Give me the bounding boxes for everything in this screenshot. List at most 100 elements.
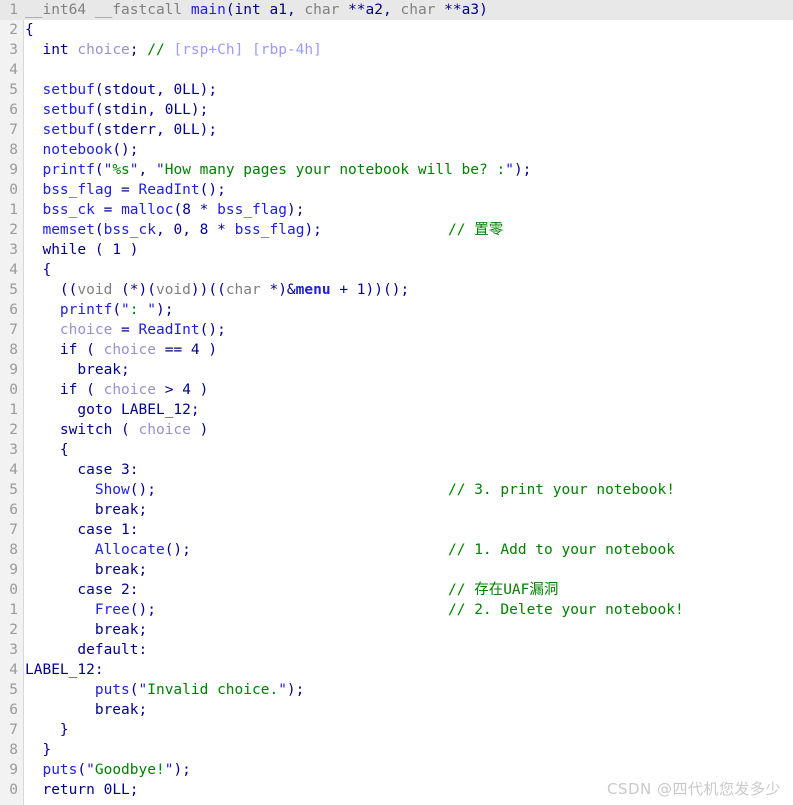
- line-number: 2: [9, 22, 18, 38]
- code-line[interactable]: 8 if ( choice == 4 ): [0, 340, 793, 360]
- line-number: 0: [9, 382, 18, 398]
- code-text[interactable]: bss_ck = malloc(8 * bss_flag);: [25, 200, 304, 220]
- code-text[interactable]: case 2:: [25, 580, 138, 600]
- code-line[interactable]: 9 puts("Goodbye!");: [0, 760, 793, 780]
- code-text[interactable]: }: [25, 740, 51, 760]
- code-line[interactable]: 7 }: [0, 720, 793, 740]
- code-text[interactable]: Show();: [25, 480, 156, 500]
- code-text[interactable]: bss_flag = ReadInt();: [25, 180, 225, 200]
- trailing-comment[interactable]: // 2. Delete your notebook!: [448, 600, 684, 620]
- code-line[interactable]: 7 case 1:: [0, 520, 793, 540]
- code-line[interactable]: 1 Free(); // 2. Delete your notebook!: [0, 600, 793, 620]
- code-text[interactable]: setbuf(stdin, 0LL);: [25, 100, 208, 120]
- code-text[interactable]: int choice; // [rsp+Ch] [rbp-4h]: [25, 40, 321, 60]
- code-line[interactable]: 5 Show(); // 3. print your notebook!: [0, 480, 793, 500]
- code-text[interactable]: setbuf(stderr, 0LL);: [25, 120, 217, 140]
- code-line[interactable]: 0 case 2: // 存在UAF漏洞: [0, 580, 793, 600]
- code-line[interactable]: 1 goto LABEL_12;: [0, 400, 793, 420]
- code-text[interactable]: break;: [25, 500, 147, 520]
- code-text[interactable]: switch ( choice ): [25, 420, 208, 440]
- code-line[interactable]: 3 default:: [0, 640, 793, 660]
- trailing-comment[interactable]: // 存在UAF漏洞: [448, 580, 558, 600]
- code-line[interactable]: 2 break;: [0, 620, 793, 640]
- code-text[interactable]: puts("Invalid choice.");: [25, 680, 305, 700]
- code-line[interactable]: 3 int choice; // [rsp+Ch] [rbp-4h]: [0, 40, 793, 60]
- line-number: 9: [9, 362, 18, 378]
- code-text[interactable]: Allocate();: [25, 540, 191, 560]
- code-line[interactable]: 3 while ( 1 ): [0, 240, 793, 260]
- code-line[interactable]: 5 ((void (*)(void))((char *)&menu + 1))(…: [0, 280, 793, 300]
- code-text[interactable]: default:: [25, 640, 147, 660]
- code-text[interactable]: memset(bss_ck, 0, 8 * bss_flag);: [25, 220, 321, 240]
- code-text[interactable]: return 0LL;: [25, 780, 138, 800]
- line-number: 4: [9, 262, 18, 278]
- code-text[interactable]: puts("Goodbye!");: [25, 760, 190, 780]
- code-text[interactable]: break;: [25, 360, 129, 380]
- code-text[interactable]: if ( choice == 4 ): [25, 340, 217, 360]
- code-line[interactable]: 9 printf("%s", "How many pages your note…: [0, 160, 793, 180]
- line-number: 5: [9, 682, 18, 698]
- code-line[interactable]: 6 setbuf(stdin, 0LL);: [0, 100, 793, 120]
- code-line[interactable]: 2 switch ( choice ): [0, 420, 793, 440]
- code-text[interactable]: goto LABEL_12;: [25, 400, 199, 420]
- code-text[interactable]: {: [25, 440, 69, 460]
- code-line[interactable]: 0 if ( choice > 4 ): [0, 380, 793, 400]
- code-text[interactable]: LABEL_12:: [25, 660, 104, 680]
- line-number: 7: [9, 722, 18, 738]
- code-line[interactable]: 6 break;: [0, 700, 793, 720]
- code-text[interactable]: break;: [25, 700, 147, 720]
- code-text[interactable]: while ( 1 ): [25, 240, 138, 260]
- line-number: 3: [9, 442, 18, 458]
- code-line[interactable]: 4 case 3:: [0, 460, 793, 480]
- code-line[interactable]: 6 printf(": ");: [0, 300, 793, 320]
- code-text[interactable]: ((void (*)(void))((char *)&menu + 1))();: [25, 280, 409, 300]
- decompiler-pseudocode-view[interactable]: 1 __int64 __fastcall main(int a1, char **…: [0, 0, 793, 805]
- code-text[interactable]: notebook();: [25, 140, 138, 160]
- code-text[interactable]: case 1:: [25, 520, 138, 540]
- code-line[interactable]: 5 puts("Invalid choice.");: [0, 680, 793, 700]
- code-lines-container[interactable]: 1 __int64 __fastcall main(int a1, char **…: [0, 0, 793, 800]
- code-line[interactable]: 3 {: [0, 440, 793, 460]
- code-line[interactable]: 8 Allocate(); // 1. Add to your notebook: [0, 540, 793, 560]
- line-number: 2: [9, 222, 18, 238]
- code-text[interactable]: choice = ReadInt();: [25, 320, 226, 340]
- trailing-comment[interactable]: // 3. print your notebook!: [448, 480, 675, 500]
- code-line[interactable]: 0 bss_flag = ReadInt();: [0, 180, 793, 200]
- line-number: 8: [9, 542, 18, 558]
- code-line[interactable]: 9 break;: [0, 360, 793, 380]
- code-line[interactable]: 1 __int64 __fastcall main(int a1, char **…: [0, 0, 793, 20]
- code-text[interactable]: break;: [25, 560, 147, 580]
- line-number: 2: [9, 422, 18, 438]
- code-text[interactable]: break;: [25, 620, 147, 640]
- code-text[interactable]: }: [25, 720, 69, 740]
- trailing-comment[interactable]: // 1. Add to your notebook: [448, 540, 675, 560]
- code-text[interactable]: case 3:: [25, 460, 138, 480]
- code-line[interactable]: 7 choice = ReadInt();: [0, 320, 793, 340]
- code-text[interactable]: {: [25, 20, 34, 40]
- code-line[interactable]: 7 setbuf(stderr, 0LL);: [0, 120, 793, 140]
- code-text[interactable]: __int64 __fastcall main(int a1, char **a…: [25, 0, 488, 20]
- code-line[interactable]: 6 break;: [0, 500, 793, 520]
- line-number: 1: [9, 402, 18, 418]
- code-line[interactable]: 4: [0, 60, 793, 80]
- code-text[interactable]: printf("%s", "How many pages your notebo…: [25, 160, 531, 180]
- code-line[interactable]: 8 notebook();: [0, 140, 793, 160]
- code-line[interactable]: 8 }: [0, 740, 793, 760]
- line-number: 3: [9, 642, 18, 658]
- code-line[interactable]: 9 break;: [0, 560, 793, 580]
- code-line[interactable]: 5 setbuf(stdout, 0LL);: [0, 80, 793, 100]
- code-text[interactable]: Free();: [25, 600, 156, 620]
- trailing-comment[interactable]: // 置零: [448, 220, 503, 240]
- code-text[interactable]: if ( choice > 4 ): [25, 380, 208, 400]
- code-text[interactable]: setbuf(stdout, 0LL);: [25, 80, 217, 100]
- line-number: 9: [9, 562, 18, 578]
- line-number: 4: [9, 462, 18, 478]
- code-line[interactable]: 4 LABEL_12:: [0, 660, 793, 680]
- code-line[interactable]: 4 {: [0, 260, 793, 280]
- code-line[interactable]: 1 bss_ck = malloc(8 * bss_flag);: [0, 200, 793, 220]
- code-text[interactable]: {: [25, 260, 51, 280]
- code-line[interactable]: 2 memset(bss_ck, 0, 8 * bss_flag); // 置零: [0, 220, 793, 240]
- line-number: 5: [9, 482, 18, 498]
- code-line[interactable]: 2{: [0, 20, 793, 40]
- code-text[interactable]: printf(": ");: [25, 300, 174, 320]
